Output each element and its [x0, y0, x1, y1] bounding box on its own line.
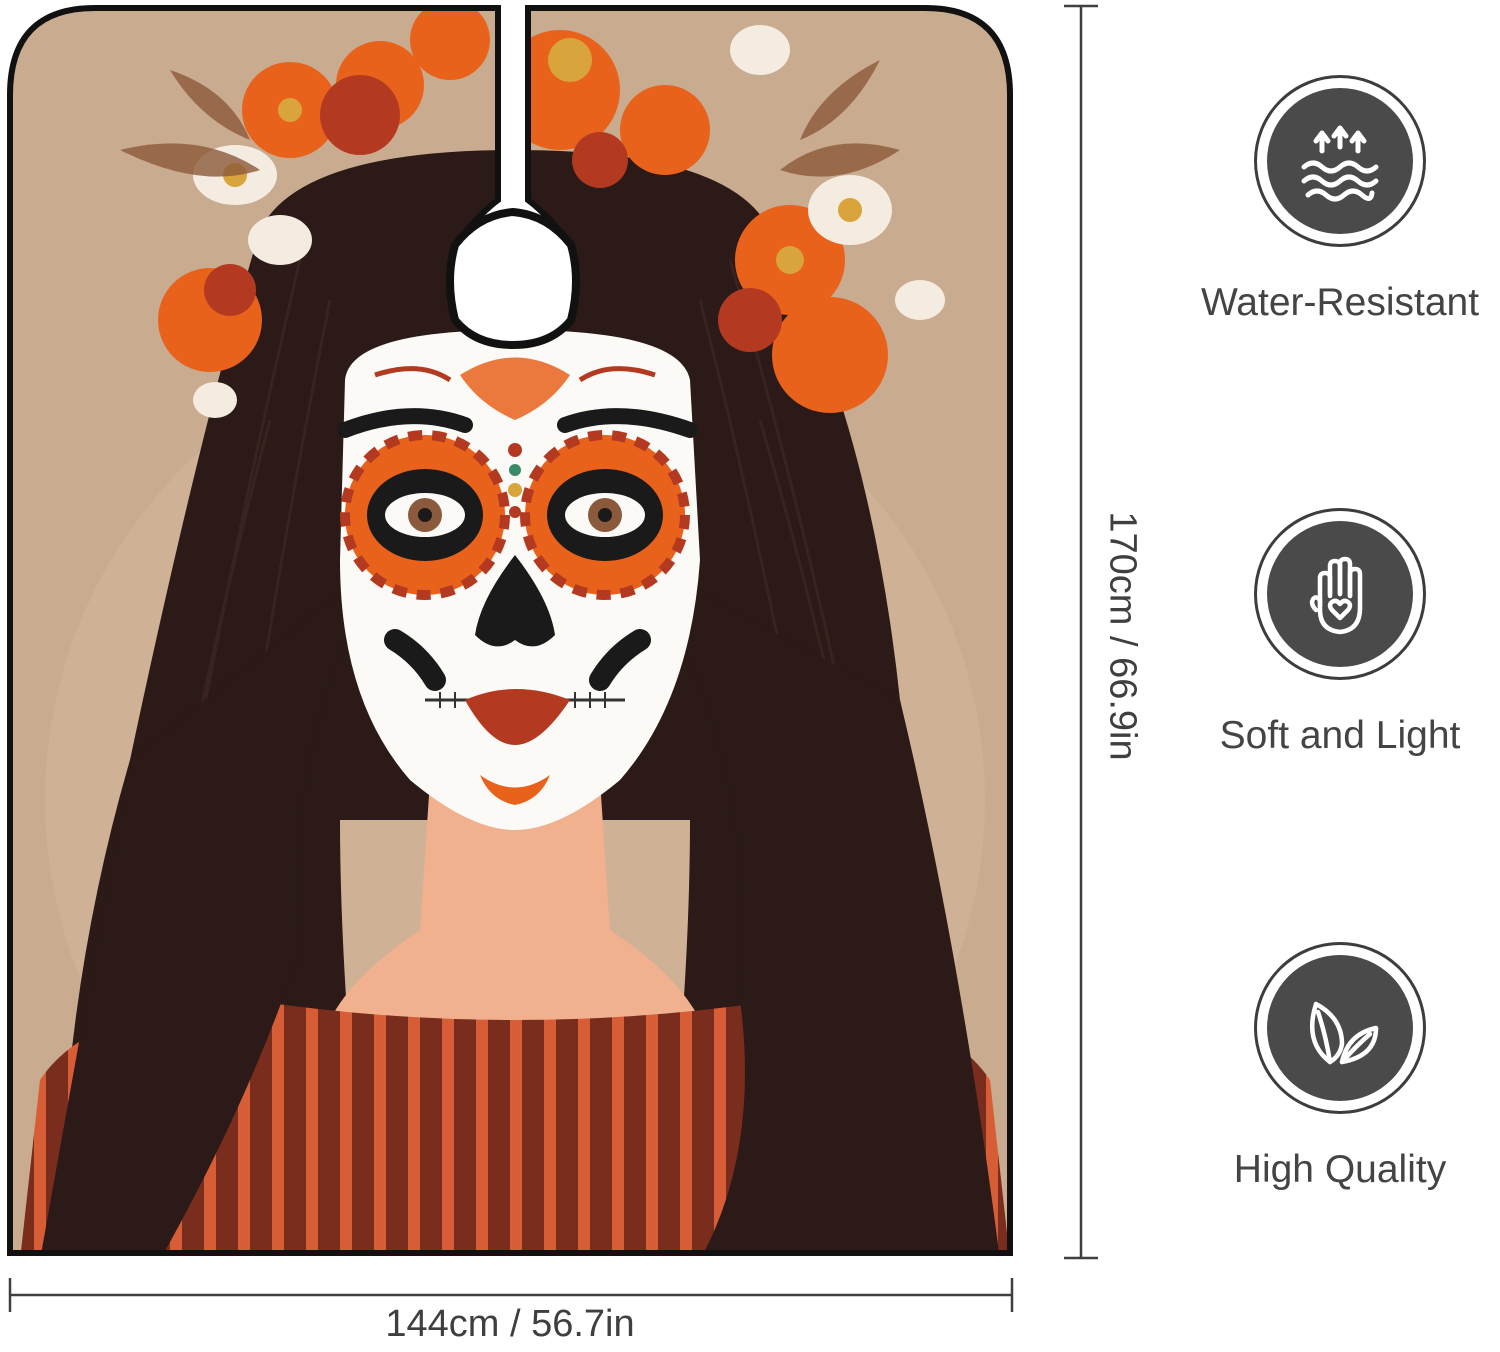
- width-label: 144cm / 56.7in: [385, 1303, 635, 1345]
- feature-water-resistant: Water-Resistant: [1180, 75, 1500, 325]
- soft-hand-heart-icon: [1254, 508, 1426, 680]
- feature-high-quality: High Quality: [1180, 942, 1500, 1192]
- left-eye-flower: [340, 430, 510, 600]
- feature-soft-and-light: Soft and Light: [1180, 508, 1500, 758]
- leaf-icon: [1254, 942, 1426, 1114]
- neck-opening: [446, 207, 580, 350]
- feature-label: Water-Resistant: [1200, 281, 1480, 324]
- water-resistant-icon: [1254, 75, 1426, 247]
- height-label: 170cm / 66.9in: [1101, 511, 1144, 761]
- cape-body: [10, 8, 1010, 1253]
- right-eye-flower: [520, 430, 690, 600]
- height-dimension-line: [1064, 4, 1098, 1260]
- feature-label: High Quality: [1233, 1148, 1447, 1191]
- feature-label: Soft and Light: [1219, 714, 1461, 757]
